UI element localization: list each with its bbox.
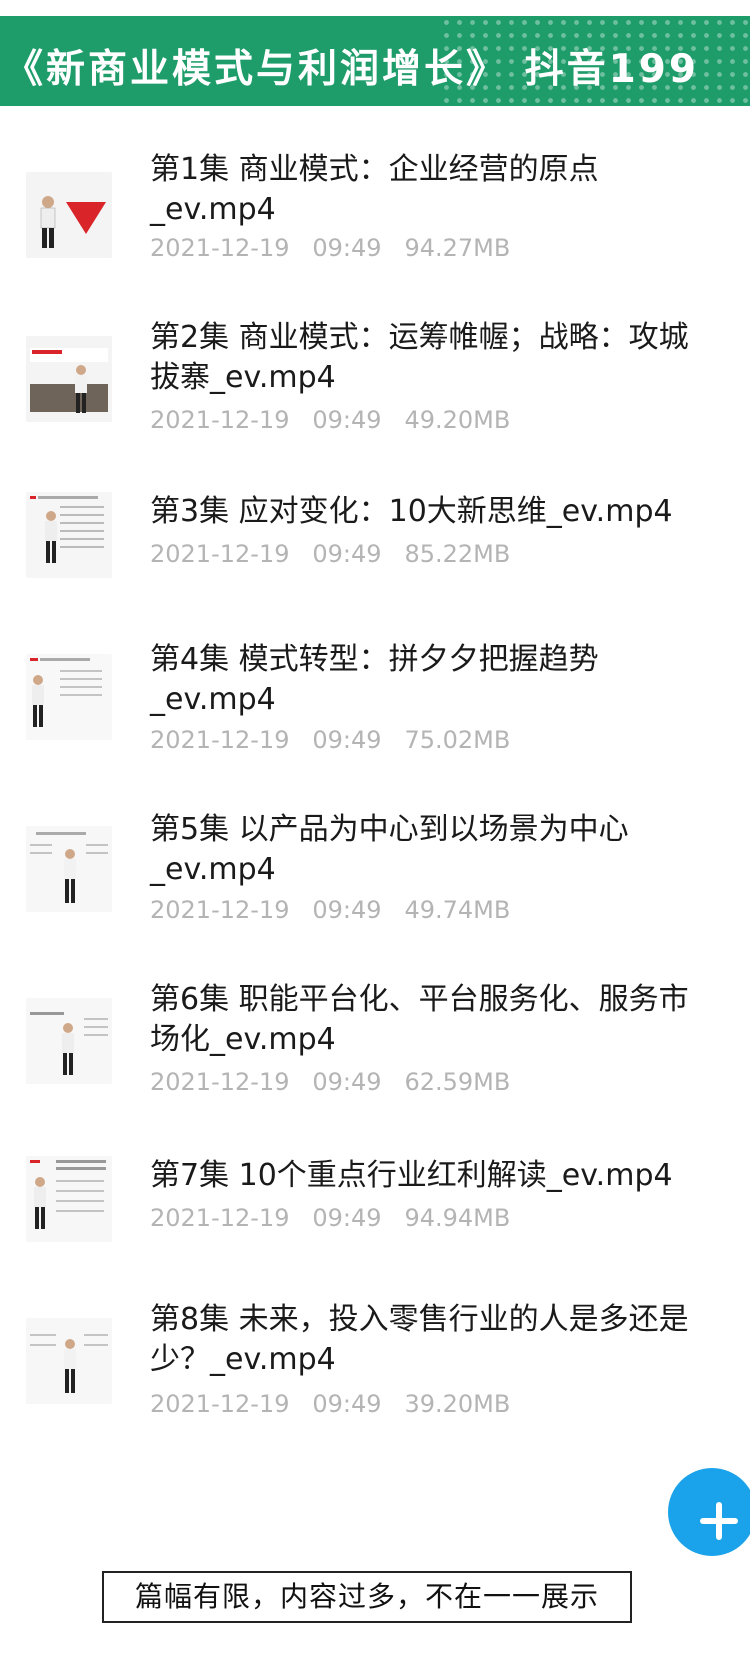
video-thumbnail [26, 998, 112, 1084]
file-name: 第8集 未来，投入零售行业的人是多还是少？_ev.mp4 [150, 1302, 689, 1377]
footer-note: 篇幅有限，内容过多，不在一一展示 [102, 1571, 632, 1623]
file-meta: 2021-12-19 09:49 75.02MB [150, 726, 511, 754]
file-name: 第4集 模式转型：拼夕夕把握趋势_ev.mp4 [150, 642, 599, 717]
video-thumbnail [26, 492, 112, 578]
video-thumbnail [26, 1156, 112, 1242]
file-name: 第5集 以产品为中心到以场景为中心_ev.mp4 [150, 812, 629, 887]
file-meta: 2021-12-19 09:49 39.20MB [150, 1390, 511, 1418]
video-thumbnail [26, 654, 112, 740]
video-thumbnail [26, 826, 112, 912]
file-meta: 2021-12-19 09:49 85.22MB [150, 540, 511, 568]
file-meta: 2021-12-19 09:49 94.94MB [150, 1204, 511, 1232]
file-meta: 2021-12-19 09:49 49.20MB [150, 406, 511, 434]
file-name: 第2集 商业模式：运筹帷幄；战略：攻城拔寨_ev.mp4 [150, 320, 689, 395]
file-name: 第3集 应对变化：10大新思维_ev.mp4 [150, 494, 673, 529]
file-name: 第7集 10个重点行业红利解读_ev.mp4 [150, 1158, 673, 1193]
file-meta: 2021-12-19 09:49 94.27MB [150, 234, 511, 262]
video-thumbnail [26, 336, 112, 422]
file-name: 第6集 职能平台化、平台服务化、服务市场化_ev.mp4 [150, 982, 689, 1057]
header-banner: 《新商业模式与利润增长》 抖音199 [0, 16, 750, 106]
add-button[interactable] [668, 1468, 750, 1556]
video-thumbnail [26, 172, 112, 258]
file-name: 第1集 商业模式：企业经营的原点_ev.mp4 [150, 152, 599, 227]
file-meta: 2021-12-19 09:49 49.74MB [150, 896, 511, 924]
banner-title: 《新商业模式与利润增长》 抖音199 [4, 47, 699, 92]
video-thumbnail [26, 1318, 112, 1404]
file-meta: 2021-12-19 09:49 62.59MB [150, 1068, 511, 1096]
